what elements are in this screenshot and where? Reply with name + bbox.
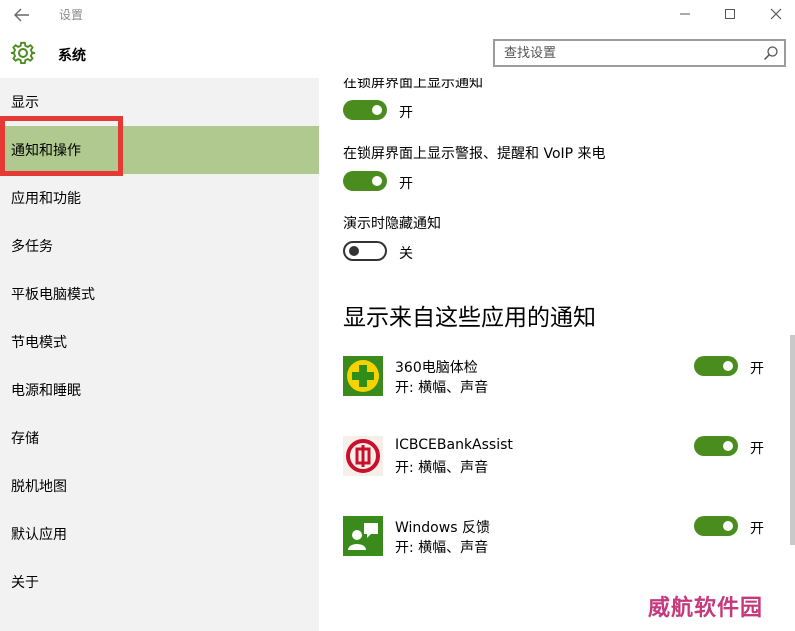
sidebar-item-label: 默认应用: [11, 527, 67, 543]
sidebar-item-label: 脱机地图: [11, 479, 67, 495]
app-detail: 开: 横幅、声音: [395, 460, 489, 476]
app-detail: 开: 横幅、声音: [395, 540, 489, 556]
search-icon[interactable]: [763, 45, 779, 61]
toggle-knob: [723, 361, 733, 371]
sidebar-item-label: 显示: [11, 95, 39, 111]
sidebar-item-battery-saver[interactable]: 节电模式: [0, 318, 319, 366]
settings-header: 系统: [0, 30, 795, 78]
sidebar-item-label: 电源和睡眠: [11, 383, 81, 399]
sidebar-item-default-apps[interactable]: 默认应用: [0, 510, 319, 558]
sidebar-item-about[interactable]: 关于: [0, 558, 319, 606]
sidebar-item-label: 存储: [11, 431, 39, 447]
toggle-state-label: 开: [750, 441, 764, 457]
toggle-state-label: 关: [399, 246, 413, 262]
sidebar: 显示 通知和操作 应用和功能 多任务 平板电脑模式 节电模式 电源和睡眠 存储 …: [0, 78, 319, 631]
app-name: 360电脑体检: [395, 360, 478, 376]
sidebar-item-apps-features[interactable]: 应用和功能: [0, 174, 319, 222]
content-pane: 在锁屏界面上显示通知 开 在锁屏界面上显示警报、提醒和 VoIP 来电 开 演示…: [319, 78, 795, 631]
maximize-button[interactable]: [719, 4, 741, 24]
sidebar-item-label: 应用和功能: [11, 191, 81, 207]
toggle-knob: [723, 441, 733, 451]
sidebar-item-label: 平板电脑模式: [11, 287, 95, 303]
title-bar: 设置: [0, 0, 795, 30]
maximize-icon: [725, 9, 735, 19]
search-box[interactable]: [493, 39, 786, 67]
search-input[interactable]: [495, 41, 745, 65]
back-arrow-icon: [14, 8, 29, 22]
option-label: 在锁屏界面上显示通知: [343, 78, 483, 91]
minimize-button[interactable]: [674, 4, 696, 24]
scrollbar[interactable]: [790, 335, 795, 545]
toggle-knob: [349, 246, 359, 256]
watermark-text: 威航软件园: [648, 595, 764, 621]
page-title: 系统: [58, 48, 86, 64]
close-icon: [770, 8, 782, 20]
toggle-state-label: 开: [399, 176, 413, 192]
toggle-state-label: 开: [750, 521, 764, 537]
app-icbc-toggle[interactable]: [694, 436, 738, 456]
toggle-knob: [372, 176, 382, 186]
sidebar-item-multitasking[interactable]: 多任务: [0, 222, 319, 270]
app-360-toggle[interactable]: [694, 356, 738, 376]
feedback-icon: [343, 516, 383, 556]
close-button[interactable]: [765, 4, 787, 24]
toggle-knob: [723, 521, 733, 531]
sidebar-item-power-sleep[interactable]: 电源和睡眠: [0, 366, 319, 414]
sidebar-item-label: 通知和操作: [11, 143, 81, 159]
option-label: 演示时隐藏通知: [343, 216, 441, 232]
sidebar-item-tablet-mode[interactable]: 平板电脑模式: [0, 270, 319, 318]
icbc-icon: [343, 436, 383, 476]
apps-section-heading: 显示来自这些应用的通知: [343, 305, 596, 331]
app-name: ICBCEBankAssist: [395, 437, 513, 453]
sidebar-item-label: 节电模式: [11, 335, 67, 351]
hide-while-presenting-toggle[interactable]: [343, 241, 387, 261]
window-title: 设置: [59, 8, 84, 22]
sidebar-item-offline-maps[interactable]: 脱机地图: [0, 462, 319, 510]
app-feedback-toggle[interactable]: [694, 516, 738, 536]
sidebar-item-label: 多任务: [11, 239, 53, 255]
toggle-knob: [372, 105, 382, 115]
minimize-icon: [680, 13, 690, 15]
gear-icon: [10, 41, 36, 65]
lockscreen-alarms-toggle[interactable]: [343, 171, 387, 191]
toggle-state-label: 开: [750, 361, 764, 377]
toggle-state-label: 开: [399, 105, 413, 121]
sidebar-item-storage[interactable]: 存储: [0, 414, 319, 462]
sidebar-item-notifications[interactable]: 通知和操作: [0, 126, 319, 174]
lockscreen-notifications-toggle[interactable]: [343, 100, 387, 120]
app-detail: 开: 横幅、声音: [395, 380, 489, 396]
back-button[interactable]: [12, 5, 32, 25]
option-label: 在锁屏界面上显示警报、提醒和 VoIP 来电: [343, 146, 606, 162]
app-name: Windows 反馈: [395, 520, 490, 536]
360-check-icon: [343, 356, 383, 396]
sidebar-item-label: 关于: [11, 575, 39, 591]
sidebar-item-display[interactable]: 显示: [0, 78, 319, 126]
